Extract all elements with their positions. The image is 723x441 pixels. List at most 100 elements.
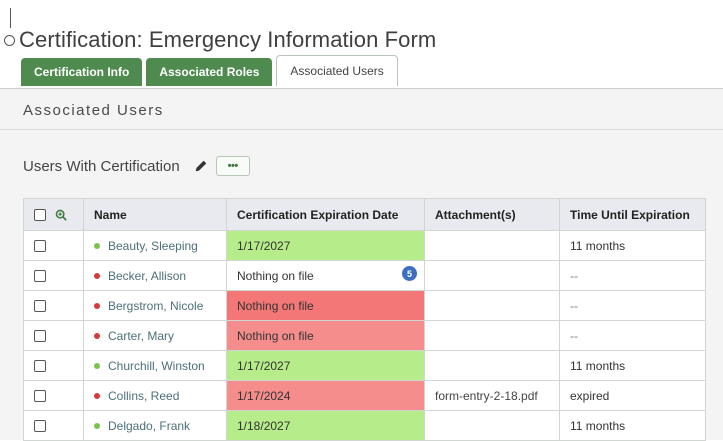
time-until-expiration-value: --: [570, 298, 578, 313]
select-all-checkbox[interactable]: [34, 209, 46, 222]
subsection-header: Users With Certification •••: [23, 156, 250, 176]
row-select-cell: [23, 230, 84, 261]
status-dot-icon: [94, 423, 100, 430]
time-until-expiration-cell: --: [559, 290, 706, 321]
tab-associated-roles[interactable]: Associated Roles: [146, 58, 273, 86]
time-until-expiration-cell: --: [559, 320, 706, 351]
title-row: Certification: Emergency Information For…: [4, 27, 436, 53]
page-title: Certification: Emergency Information For…: [19, 27, 437, 52]
row-checkbox[interactable]: [34, 360, 46, 373]
status-dot-icon: [94, 333, 100, 340]
section-title: Associated Users: [23, 102, 164, 119]
user-name-link[interactable]: Carter, Mary: [108, 329, 174, 343]
attachment-link[interactable]: form-entry-2-18.pdf: [435, 389, 538, 403]
users-table: Name Certification Expiration Date Attac…: [23, 198, 706, 441]
name-cell: Bergstrom, Nicole: [83, 290, 227, 321]
subsection-title: Users With Certification: [23, 157, 180, 175]
expiration-date-cell: Nothing on file 5: [226, 260, 425, 291]
attachments-column-header[interactable]: Attachment(s): [424, 198, 560, 231]
expiration-date-column-header[interactable]: Certification Expiration Date: [226, 198, 425, 231]
name-cell: Becker, Allison: [83, 260, 227, 291]
section-divider: [0, 129, 723, 130]
header-rule: [10, 8, 11, 28]
time-until-expiration-value: --: [570, 328, 578, 343]
row-checkbox[interactable]: [34, 270, 46, 283]
time-until-expiration-cell: 11 months: [559, 230, 706, 261]
name-cell: Beauty, Sleeping: [83, 230, 227, 261]
row-checkbox[interactable]: [34, 330, 46, 343]
expiration-date-cell: 1/17/2027: [226, 350, 425, 381]
table-row[interactable]: Churchill, Winston 1/17/2027 11 months: [23, 350, 706, 381]
tab-bar: Certification Info Associated Roles Asso…: [21, 55, 398, 86]
row-select-cell: [23, 320, 84, 351]
row-checkbox[interactable]: [34, 420, 46, 433]
attachment-cell: form-entry-2-18.pdf: [424, 380, 560, 411]
circle-icon: [4, 34, 15, 46]
expiration-date-value: Nothing on file: [237, 268, 314, 283]
expiration-date-value: 1/18/2027: [237, 418, 291, 433]
name-cell: Churchill, Winston: [83, 350, 227, 381]
status-dot-icon: [94, 303, 100, 310]
attachment-cell: [424, 290, 560, 321]
time-until-expiration-cell: 11 months: [559, 350, 706, 381]
status-dot-icon: [94, 363, 100, 370]
tab-certification-info[interactable]: Certification Info: [21, 58, 143, 86]
expiration-date-value: 1/17/2027: [237, 358, 291, 373]
time-until-expiration-value: 11 months: [570, 358, 626, 373]
expiration-date-cell: 1/17/2024: [226, 380, 425, 411]
row-select-cell: [23, 350, 84, 381]
expiration-date-value: Nothing on file: [237, 328, 314, 343]
notification-badge[interactable]: 5: [402, 266, 417, 281]
name-column-header[interactable]: Name: [83, 198, 227, 231]
user-name-link[interactable]: Churchill, Winston: [108, 359, 205, 373]
attachment-cell: [424, 320, 560, 351]
more-options-button[interactable]: •••: [215, 156, 250, 176]
expiration-date-cell: 1/17/2027: [226, 230, 425, 261]
user-name-link[interactable]: Becker, Allison: [108, 269, 186, 283]
name-cell: Collins, Reed: [83, 380, 227, 411]
name-cell: Delgado, Frank: [83, 410, 227, 441]
time-until-expiration-value: expired: [570, 388, 610, 403]
row-checkbox[interactable]: [34, 240, 46, 253]
time-until-expiration-cell: 11 months: [559, 410, 706, 441]
table-row[interactable]: Beauty, Sleeping 1/17/2027 11 months: [23, 230, 706, 261]
status-dot-icon: [94, 393, 100, 400]
table-row[interactable]: Delgado, Frank 1/18/2027 11 months: [23, 410, 706, 441]
expiration-date-cell: Nothing on file: [226, 320, 425, 351]
user-name-link[interactable]: Bergstrom, Nicole: [108, 299, 203, 313]
user-name-link[interactable]: Beauty, Sleeping: [108, 239, 198, 253]
name-cell: Carter, Mary: [83, 320, 227, 351]
status-dot-icon: [94, 273, 100, 280]
row-select-cell: [23, 290, 84, 321]
attachment-cell: [424, 410, 560, 441]
time-until-expiration-cell: expired: [559, 380, 706, 411]
expiration-date-value: Nothing on file: [237, 298, 314, 313]
expiration-date-value: 1/17/2027: [237, 238, 291, 253]
expiration-date-value: 1/17/2024: [237, 388, 291, 403]
user-name-link[interactable]: Collins, Reed: [108, 389, 179, 403]
pencil-icon[interactable]: [194, 159, 208, 173]
table-body: Beauty, Sleeping 1/17/2027 11 months Becker…: [23, 230, 706, 441]
time-until-expiration-column-header[interactable]: Time Until Expiration: [559, 198, 706, 231]
time-until-expiration-value: 11 months: [570, 238, 626, 253]
expiration-date-cell: Nothing on file: [226, 290, 425, 321]
status-dot-icon: [94, 243, 100, 250]
row-checkbox[interactable]: [34, 300, 46, 313]
more-options-label: •••: [227, 159, 239, 172]
table-row[interactable]: Carter, Mary Nothing on file --: [23, 320, 706, 351]
attachment-cell: [424, 230, 560, 261]
row-select-cell: [23, 260, 84, 291]
table-row[interactable]: Collins, Reed 1/17/2024 form-entry-2-18.pd…: [23, 380, 706, 411]
expiration-date-cell: 1/18/2027: [226, 410, 425, 441]
table-row[interactable]: Bergstrom, Nicole Nothing on file --: [23, 290, 706, 321]
row-select-cell: [23, 410, 84, 441]
row-select-cell: [23, 380, 84, 411]
tab-associated-users[interactable]: Associated Users: [276, 55, 398, 86]
row-checkbox[interactable]: [34, 390, 46, 403]
time-until-expiration-cell: --: [559, 260, 706, 291]
zoom-in-icon[interactable]: [55, 209, 68, 222]
attachment-cell: [424, 350, 560, 381]
user-name-link[interactable]: Delgado, Frank: [108, 419, 190, 433]
select-column-header: [23, 198, 84, 231]
table-row[interactable]: Becker, Allison Nothing on file 5 --: [23, 260, 706, 291]
